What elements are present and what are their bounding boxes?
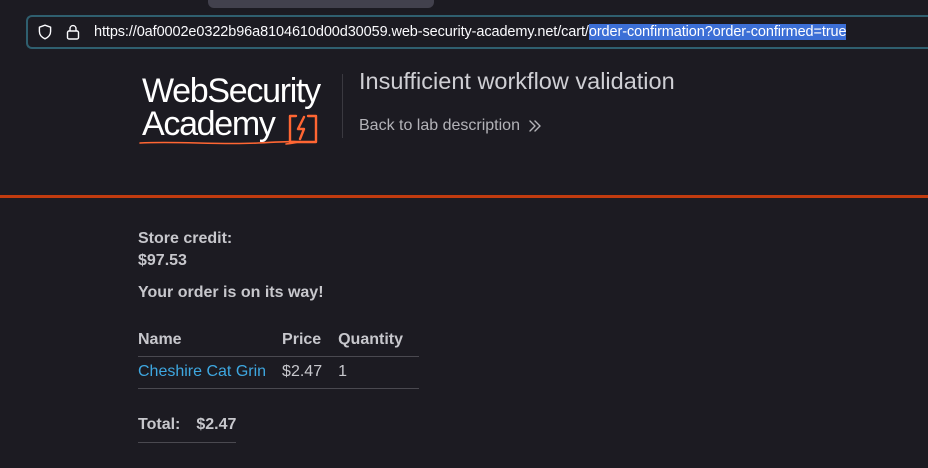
back-link-label: Back to lab description	[359, 117, 520, 134]
store-credit-value: $97.53	[138, 252, 187, 269]
active-tab[interactable]	[208, 0, 434, 8]
page: WebSecurity Academy Insufficient workflo…	[0, 52, 928, 468]
column-header-price: Price	[282, 324, 339, 357]
tab-strip	[0, 0, 928, 10]
lab-header: WebSecurity Academy Insufficient workflo…	[0, 52, 928, 198]
logo-underline	[139, 140, 299, 145]
url-selected-text: order-confirmation?order-confirmed=true	[588, 24, 847, 40]
url-prefix: https://0af0002e0322b96a8104610d00d30059…	[94, 24, 589, 40]
order-table: Name Price Quantity Cheshire Cat Grin $2…	[138, 324, 419, 389]
logo-line1: WebSecurity	[142, 72, 321, 110]
total-label: Total:	[138, 416, 181, 433]
item-name-cell: Cheshire Cat Grin	[138, 356, 283, 389]
column-header-name: Name	[138, 324, 283, 357]
total-value: $2.47	[196, 416, 237, 433]
address-bar[interactable]: https://0af0002e0322b96a8104610d00d30059…	[26, 15, 928, 49]
shield-icon[interactable]	[36, 23, 54, 41]
back-to-lab-description-link[interactable]: Back to lab description	[359, 117, 542, 135]
lock-icon[interactable]	[64, 23, 82, 41]
product-link[interactable]: Cheshire Cat Grin	[138, 363, 266, 380]
header-divider	[342, 74, 343, 138]
lab-title: Insufficient workflow validation	[359, 68, 675, 94]
logo-line2: Academy	[142, 105, 276, 143]
order-confirmation-message: Your order is on its way!	[138, 284, 324, 301]
table-header-row: Name Price Quantity	[138, 324, 419, 357]
url-text[interactable]: https://0af0002e0322b96a8104610d00d30059…	[94, 24, 847, 40]
table-row: Cheshire Cat Grin $2.47 1	[138, 356, 419, 389]
store-credit-label: Store credit:	[138, 230, 233, 247]
order-total: Total: $2.47	[138, 410, 237, 443]
item-quantity-cell: 1	[338, 356, 419, 389]
column-header-quantity: Quantity	[338, 324, 419, 357]
header-accent-rule	[0, 195, 928, 198]
item-price-cell: $2.47	[282, 356, 339, 389]
double-chevron-right-icon	[528, 119, 542, 133]
web-security-academy-logo[interactable]: WebSecurity Academy	[138, 74, 342, 146]
